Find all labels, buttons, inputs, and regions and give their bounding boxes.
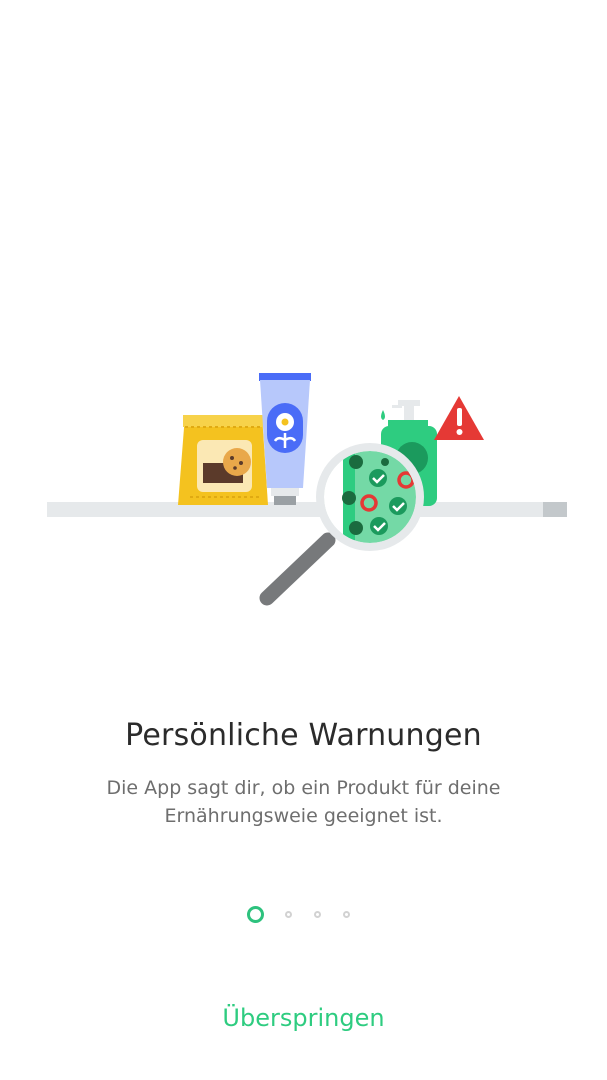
skip-button[interactable]: Überspringen xyxy=(0,1004,607,1032)
warning-triangle-icon xyxy=(434,396,484,440)
page-dot-4[interactable] xyxy=(342,910,350,918)
page-dot-2[interactable] xyxy=(284,910,292,918)
page-dot-1-active[interactable] xyxy=(246,905,264,923)
page-title: Persönliche Warnungen xyxy=(125,718,482,753)
shelf xyxy=(47,502,567,517)
page-indicator xyxy=(0,904,607,924)
cookie-package-icon xyxy=(178,415,268,505)
cream-tube-icon xyxy=(259,373,311,505)
page-description: Die App sagt dir, ob ein Produkt für dei… xyxy=(106,777,501,827)
onboarding-illustration xyxy=(47,373,567,606)
page-dot-3[interactable] xyxy=(313,910,321,918)
